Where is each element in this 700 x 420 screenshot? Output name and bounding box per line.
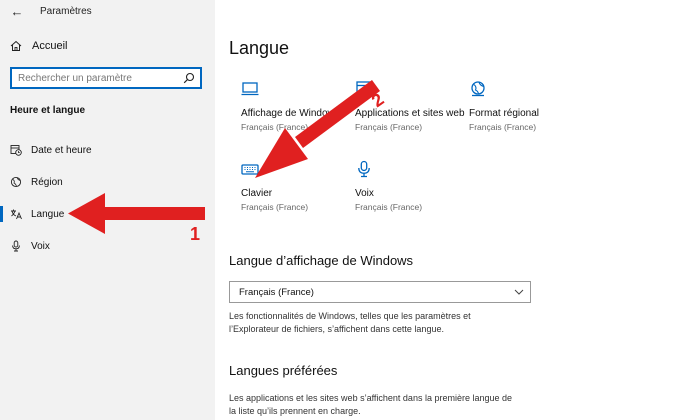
monitor-icon bbox=[241, 82, 259, 96]
chevron-down-icon bbox=[514, 289, 524, 295]
home-link[interactable]: Accueil bbox=[10, 40, 67, 52]
section-title: Heure et langue bbox=[10, 105, 86, 116]
window-title: Paramètres bbox=[40, 6, 92, 17]
tile-name: Clavier bbox=[241, 188, 273, 199]
sidebar-item-label: Région bbox=[31, 176, 63, 188]
tile-apps-websites[interactable]: Applications et sites web Français (Fran… bbox=[355, 80, 465, 133]
language-icon bbox=[11, 209, 22, 220]
page-title: Langue bbox=[229, 38, 290, 58]
sidebar-item-voice[interactable]: Voix bbox=[0, 234, 215, 258]
sidebar-item-language[interactable]: Langue bbox=[0, 202, 215, 226]
sidebar-item-label: Langue bbox=[31, 208, 65, 220]
globe-format-icon bbox=[471, 81, 485, 97]
search-icon[interactable] bbox=[183, 72, 195, 84]
keyboard-icon bbox=[241, 164, 259, 175]
annotation-number-1: 1 bbox=[190, 224, 201, 244]
display-language-description: Les fonctionnalités de Windows, telles q… bbox=[229, 311, 471, 334]
preferred-languages-description: Les applications et les sites web s’affi… bbox=[229, 393, 513, 416]
main-content: Langue Affichage de Windows Français (Fr… bbox=[215, 0, 700, 420]
microphone-icon bbox=[12, 240, 20, 252]
home-icon bbox=[10, 40, 22, 51]
microphone-icon bbox=[358, 160, 370, 178]
tile-keyboard[interactable]: Clavier Français (France) bbox=[241, 160, 351, 213]
title-bar: ← Paramètres bbox=[0, 0, 215, 24]
sidebar-item-label: Voix bbox=[31, 240, 50, 252]
tile-name: Format régional bbox=[469, 108, 540, 119]
tile-voice[interactable]: Voix Français (France) bbox=[355, 160, 465, 213]
sidebar-item-label: Date et heure bbox=[31, 144, 92, 156]
sidebar-item-date-time[interactable]: Date et heure bbox=[0, 138, 215, 162]
sidebar: ← Paramètres Accueil Heure et langue Dat… bbox=[0, 0, 215, 420]
tile-subtitle: Français (France) bbox=[355, 202, 423, 212]
tile-regional-format[interactable]: Format régional Français (France) bbox=[469, 80, 579, 133]
display-language-heading: Langue d’affichage de Windows bbox=[229, 253, 414, 268]
tile-name: Affichage de Windows bbox=[241, 108, 340, 119]
tile-subtitle: Français (France) bbox=[241, 122, 309, 132]
tile-subtitle: Français (France) bbox=[355, 122, 423, 132]
calendar-clock-icon bbox=[10, 145, 22, 156]
select-value: Français (France) bbox=[239, 286, 314, 298]
search-box[interactable] bbox=[10, 67, 202, 89]
tile-subtitle: Français (France) bbox=[241, 202, 309, 212]
tile-subtitle: Français (France) bbox=[469, 122, 537, 132]
tile-windows-display[interactable]: Affichage de Windows Français (France) bbox=[241, 80, 351, 133]
globe-region-icon bbox=[10, 176, 22, 188]
search-input[interactable] bbox=[12, 72, 177, 84]
sidebar-item-region[interactable]: Région bbox=[0, 170, 215, 194]
tile-name: Applications et sites web bbox=[355, 108, 465, 119]
display-language-select[interactable]: Français (France) bbox=[229, 281, 531, 303]
back-arrow-icon[interactable]: ← bbox=[8, 4, 26, 20]
preferred-languages-heading: Langues préférées bbox=[229, 363, 338, 378]
home-label: Accueil bbox=[32, 40, 68, 52]
tile-name: Voix bbox=[355, 188, 374, 199]
